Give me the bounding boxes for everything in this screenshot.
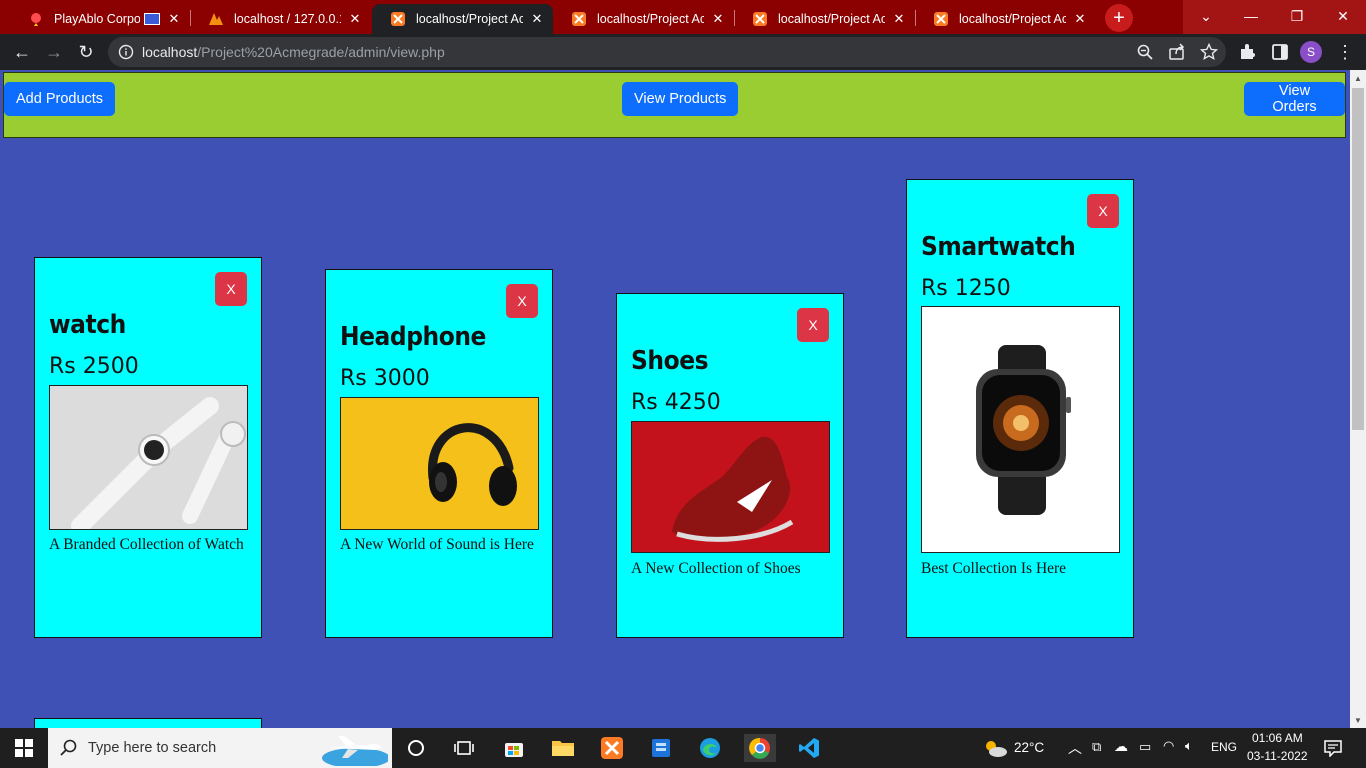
extensions-icon[interactable] (1238, 42, 1258, 62)
product-name: watch (49, 310, 126, 340)
product-card-partial (34, 718, 262, 728)
restore-icon[interactable]: ❐ (1274, 0, 1320, 32)
side-panel-icon[interactable] (1270, 42, 1290, 62)
onedrive-icon[interactable]: ☁ (1114, 738, 1128, 755)
product-description: A New World of Sound is Here (340, 536, 534, 553)
product-image-shoes (631, 421, 830, 553)
tab-project-active[interactable]: localhost/Project Acm ✕ (372, 4, 553, 34)
close-tab-icon[interactable]: ✕ (166, 11, 182, 27)
microsoft-store-icon[interactable] (500, 734, 528, 762)
app-blue-icon[interactable] (647, 734, 675, 762)
delete-product-button[interactable]: X (1087, 194, 1119, 228)
notifications-icon[interactable] (1324, 739, 1342, 762)
product-card: X Headphone Rs 3000 A New World of Sound… (325, 269, 553, 638)
battery-icon[interactable]: ▭ (1139, 739, 1151, 755)
tab-project[interactable]: localhost/Project Acm ✕ (915, 4, 1096, 34)
product-description: A Branded Collection of Watch (49, 536, 244, 553)
xampp-icon (933, 11, 949, 27)
product-name: Headphone (340, 322, 486, 352)
bookmark-star-icon[interactable] (1199, 42, 1219, 61)
minimize-icon[interactable]: — (1228, 0, 1274, 32)
clock-date[interactable]: 03-11-2022 (1247, 749, 1308, 763)
site-info-icon[interactable] (118, 44, 134, 60)
close-tab-icon[interactable]: ✕ (1072, 11, 1088, 27)
zoom-icon[interactable] (1136, 43, 1154, 61)
clock-time[interactable]: 01:06 AM (1252, 731, 1303, 745)
playablo-icon (28, 11, 44, 27)
chrome-taskbar-icon[interactable] (744, 734, 776, 762)
close-window-icon[interactable]: ✕ (1320, 0, 1366, 32)
share-icon[interactable] (1168, 43, 1186, 61)
tab-phpmyadmin[interactable]: localhost / 127.0.0.1 / ✕ (190, 4, 371, 34)
delete-product-button[interactable]: X (797, 308, 829, 342)
tab-project[interactable]: localhost/Project Acm ✕ (553, 4, 734, 34)
browser-toolbar: ← → ↻ localhost/Project%20Acmegrade/admi… (0, 34, 1366, 70)
cast-indicator-icon (144, 13, 160, 25)
search-icon (60, 739, 78, 762)
tab-project[interactable]: localhost/Project Acm ✕ (734, 4, 915, 34)
tab-search-icon[interactable]: ⌄ (1183, 0, 1229, 32)
product-price: Rs 4250 (631, 390, 721, 415)
xampp-icon (390, 11, 406, 27)
new-tab-button[interactable]: + (1105, 4, 1133, 32)
show-hidden-icons[interactable]: ︿ (1068, 738, 1082, 758)
product-price: Rs 1250 (921, 276, 1011, 301)
windows-taskbar: Type here to search 22°C ︿ ⧉ ☁ ▭ ◠ 🔈︎ EN… (0, 728, 1366, 768)
airplane-icon (316, 730, 390, 768)
close-tab-icon[interactable]: ✕ (347, 11, 363, 27)
scroll-down-icon[interactable]: ▼ (1350, 712, 1366, 728)
input-language[interactable]: ENG (1211, 740, 1237, 754)
close-tab-icon[interactable]: ✕ (891, 11, 907, 27)
taskbar-search-input[interactable]: Type here to search (48, 728, 392, 768)
product-name: Shoes (631, 346, 709, 376)
add-products-button[interactable]: Add Products (4, 82, 116, 116)
product-image-watch (49, 385, 248, 530)
product-price: Rs 2500 (49, 354, 139, 379)
close-tab-icon[interactable]: ✕ (529, 11, 545, 27)
forward-icon[interactable]: → (41, 39, 67, 65)
volume-icon[interactable]: 🔈︎ (1185, 738, 1193, 754)
address-bar[interactable]: localhost/Project%20Acmegrade/admin/view… (108, 37, 1226, 67)
task-view-icon[interactable] (450, 734, 478, 762)
delete-product-button[interactable]: X (506, 284, 538, 318)
cortana-icon[interactable] (402, 734, 430, 762)
product-image-smartwatch (921, 306, 1120, 553)
page-content: Add Products View Products View Orders X… (0, 70, 1350, 728)
profile-avatar[interactable]: S (1300, 41, 1322, 63)
tab-playablo[interactable]: PlayAblo Corporat ✕ (10, 4, 190, 34)
product-image-headphone (340, 397, 539, 530)
delete-product-button[interactable]: X (215, 272, 247, 306)
product-name: Smartwatch (921, 232, 1076, 262)
weather-temperature[interactable]: 22°C (1014, 740, 1044, 755)
vscode-icon[interactable] (795, 734, 823, 762)
view-products-button[interactable]: View Products (622, 82, 739, 116)
view-orders-button[interactable]: View Orders (1244, 82, 1345, 116)
weather-icon[interactable] (982, 738, 1008, 763)
product-card: X Smartwatch Rs 1250 Best Collection Is … (906, 179, 1134, 638)
reload-icon[interactable]: ↻ (73, 39, 99, 65)
menu-kebab-icon[interactable]: ⋮ (1332, 39, 1358, 65)
product-description: Best Collection Is Here (921, 560, 1067, 577)
product-price: Rs 3000 (340, 366, 430, 391)
phpmyadmin-icon (208, 11, 224, 27)
scroll-up-icon[interactable]: ▲ (1350, 70, 1366, 86)
edge-icon[interactable] (696, 734, 724, 762)
product-description: A New Collection of Shoes (631, 560, 801, 577)
product-card: X Shoes Rs 4250 A New Collection of Shoe… (616, 293, 844, 638)
wifi-icon[interactable]: ◠ (1163, 738, 1174, 754)
back-icon[interactable]: ← (9, 39, 35, 65)
file-explorer-icon[interactable] (549, 734, 577, 762)
url-text: localhost/Project%20Acmegrade/admin/view… (142, 44, 445, 60)
xampp-icon (752, 11, 768, 27)
windows-start-icon[interactable] (0, 728, 48, 768)
close-tab-icon[interactable]: ✕ (710, 11, 726, 27)
product-card: X watch Rs 2500 A Branded Collection of … (34, 257, 262, 638)
meet-now-icon[interactable]: ⧉ (1092, 739, 1101, 755)
tab-strip: PlayAblo Corporat ✕ localhost / 127.0.0.… (0, 0, 1366, 34)
scrollbar-thumb[interactable] (1352, 88, 1364, 430)
xampp-icon (571, 11, 587, 27)
admin-nav-bar: Add Products View Products View Orders (3, 72, 1346, 138)
xampp-taskbar-icon[interactable] (598, 734, 626, 762)
